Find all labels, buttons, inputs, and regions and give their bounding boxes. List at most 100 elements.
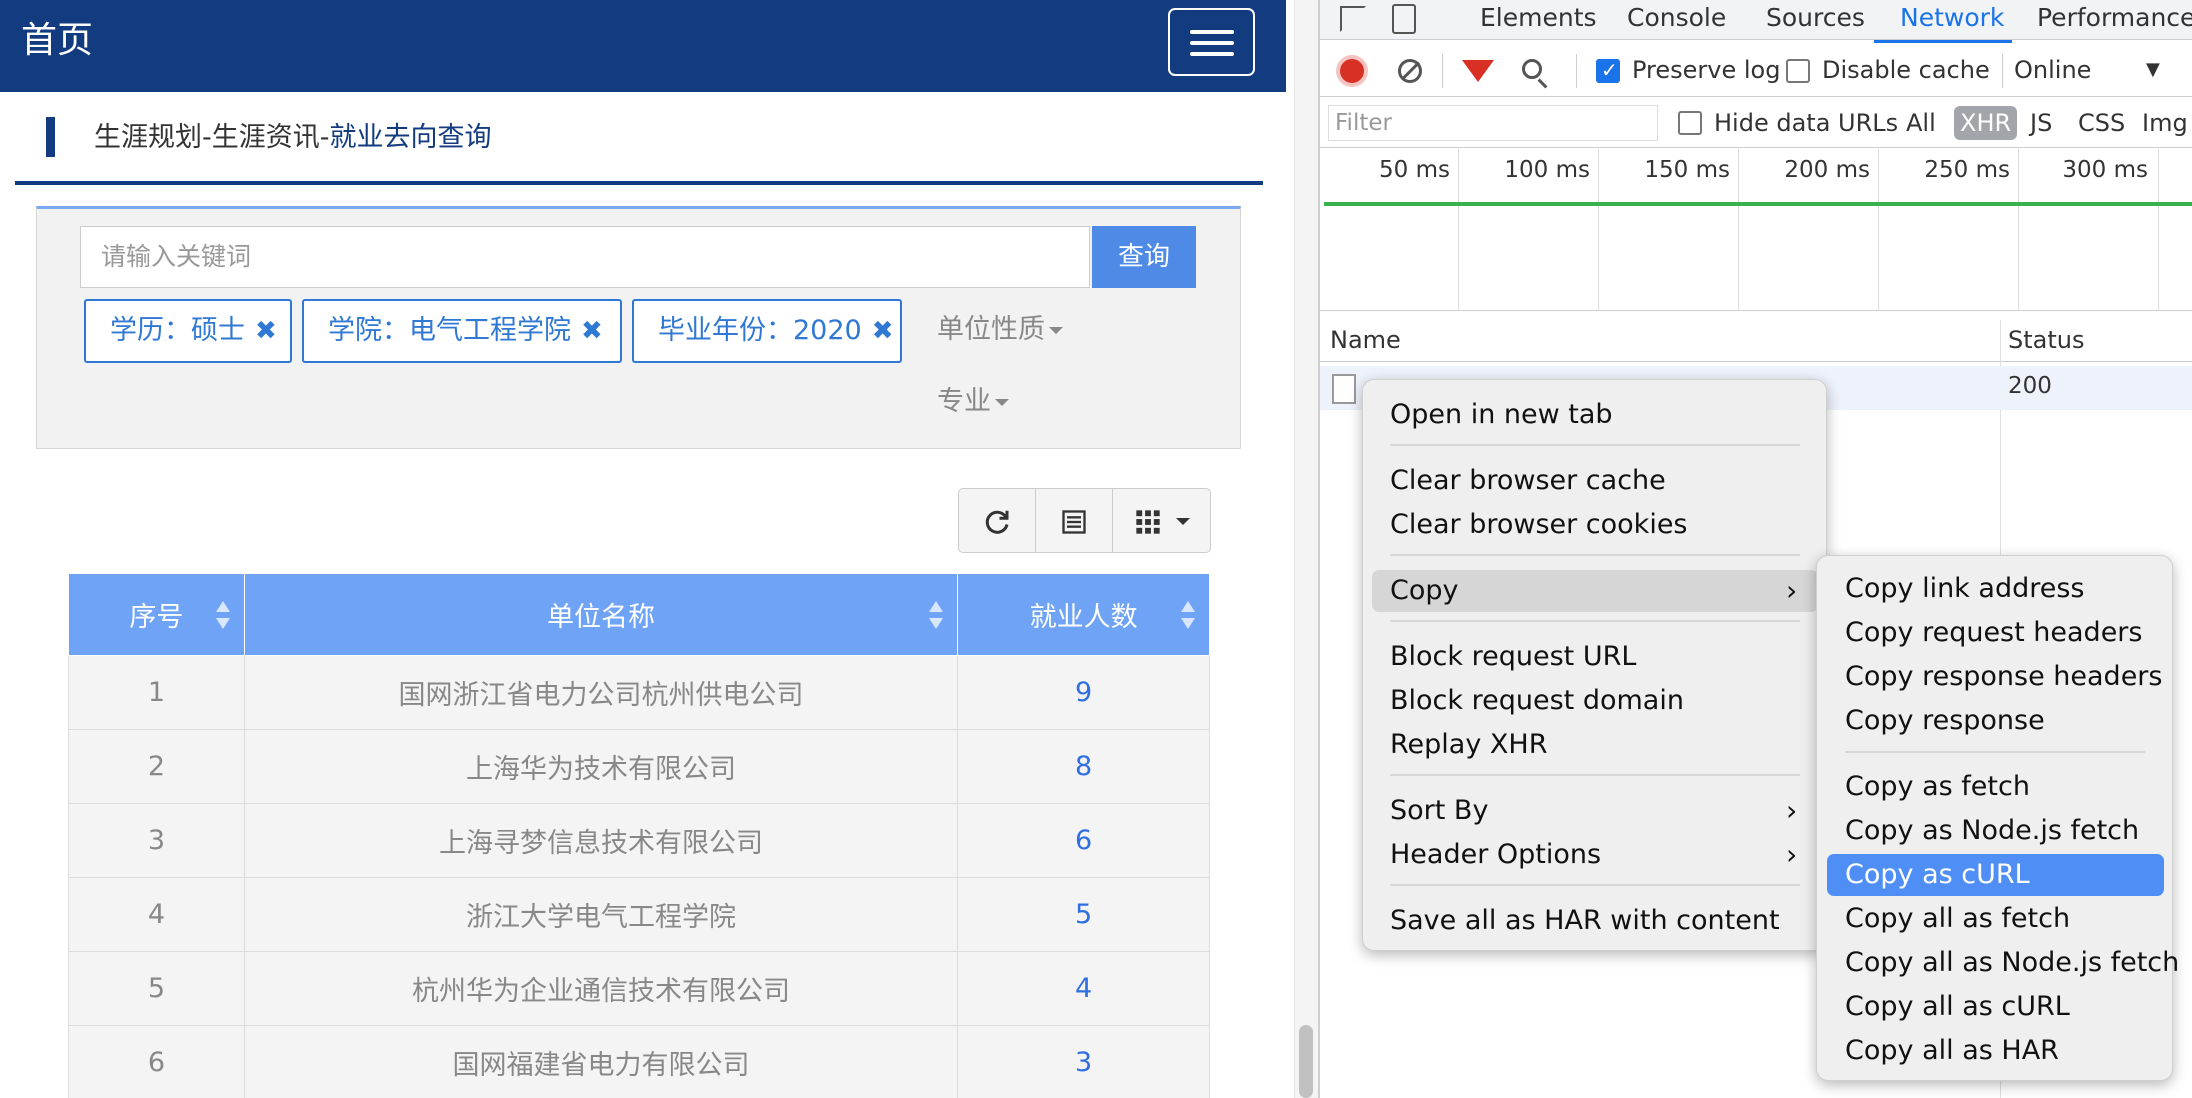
filter-type-img[interactable]: Img — [2142, 106, 2188, 140]
device-toolbar-icon[interactable] — [1392, 4, 1416, 34]
menu-item-copy-request-headers[interactable]: Copy request headers — [1845, 612, 2155, 654]
columns-button[interactable] — [1113, 489, 1210, 552]
network-filter-bar: Filter Hide data URLs All XHR JS CSS Img — [1320, 98, 2192, 148]
menu-item-label: Sort By — [1390, 795, 1489, 826]
filter-tag-degree[interactable]: 学历：硕士 ✖ — [84, 299, 292, 363]
preserve-log-checkbox[interactable] — [1596, 58, 1620, 83]
request-status: 200 — [2008, 373, 2052, 399]
menu-item-copy-response-headers[interactable]: Copy response headers — [1845, 656, 2162, 698]
hide-data-urls-checkbox[interactable] — [1678, 111, 1702, 135]
tab-network[interactable]: Network — [1900, 3, 2004, 33]
menu-item-copy-all-as-curl[interactable]: Copy all as cURL — [1845, 986, 2155, 1028]
dropdown-label: 单位性质 — [937, 314, 1045, 345]
hamburger-menu-button[interactable] — [1168, 8, 1255, 76]
filter-tag-year[interactable]: 毕业年份：2020 ✖ — [632, 299, 902, 363]
cell-count-link[interactable]: 8 — [957, 729, 1210, 804]
search-button[interactable]: 查询 — [1092, 226, 1196, 288]
column-header-count[interactable]: 就业人数 — [957, 573, 1210, 656]
toggle-view-button[interactable] — [1036, 489, 1113, 552]
menu-item-open-new-tab[interactable]: Open in new tab — [1390, 394, 1800, 436]
menu-item-header-options[interactable]: Header Options › — [1390, 834, 1800, 876]
column-name-header[interactable]: Name — [1330, 326, 1401, 354]
menu-item-copy-all-as-fetch[interactable]: Copy all as fetch — [1845, 898, 2155, 940]
disable-cache-checkbox[interactable] — [1786, 59, 1810, 83]
cell-count-link[interactable]: 3 — [957, 1025, 1210, 1098]
web-page: 首页 生涯规划-生涯资讯-就业去向查询 请输入关键词 查询 学历：硕士 ✖ 学院：… — [0, 0, 1286, 1098]
search-input[interactable]: 请输入关键词 — [80, 226, 1090, 288]
menu-item-copy-all-as-nodejs-fetch[interactable]: Copy all as Node.js fetch — [1845, 942, 2179, 984]
column-header-index[interactable]: 序号 — [68, 573, 245, 656]
cell-count-link[interactable]: 6 — [957, 803, 1210, 878]
timeline-label: 250 ms — [1924, 157, 2010, 183]
menu-item-sort-by[interactable]: Sort By › — [1390, 790, 1800, 832]
column-header-company[interactable]: 单位名称 — [243, 573, 959, 656]
filter-type-xhr[interactable]: XHR — [1954, 106, 2018, 140]
filter-tag-label: 学院：电气工程学院 — [328, 315, 571, 346]
close-icon[interactable]: ✖ — [872, 301, 894, 361]
cell-index: 1 — [68, 655, 245, 730]
menu-item-replay-xhr[interactable]: Replay XHR — [1390, 724, 1800, 766]
disable-cache-label[interactable]: Disable cache — [1822, 54, 1990, 86]
header-label: 序号 — [129, 602, 184, 633]
filter-tag-label: 毕业年份：2020 — [658, 315, 862, 346]
chevron-down-icon[interactable]: ▼ — [2146, 54, 2160, 86]
close-icon[interactable]: ✖ — [581, 301, 603, 361]
filter-type-js[interactable]: JS — [2030, 106, 2052, 140]
page-title[interactable]: 首页 — [21, 17, 93, 65]
cell-company: 国网福建省电力有限公司 — [243, 1025, 959, 1098]
major-dropdown[interactable]: 专业 — [937, 382, 1009, 422]
filter-type-css[interactable]: CSS — [2078, 106, 2125, 140]
record-icon[interactable] — [1340, 59, 1364, 83]
inspect-element-icon[interactable] — [1340, 6, 1366, 32]
cell-count-link[interactable]: 5 — [957, 877, 1210, 952]
tab-performance[interactable]: Performance — [2037, 3, 2192, 33]
close-icon[interactable]: ✖ — [255, 301, 277, 361]
scrollbar-thumb[interactable] — [1299, 1025, 1313, 1098]
network-timeline[interactable]: 50 ms 100 ms 150 ms 200 ms 250 ms 300 ms — [1320, 149, 2192, 311]
sort-icon[interactable] — [215, 601, 230, 629]
menu-item-save-har[interactable]: Save all as HAR with content — [1390, 900, 1800, 942]
top-navbar: 首页 — [0, 0, 1286, 92]
menu-item-clear-cookies[interactable]: Clear browser cookies — [1390, 504, 1800, 546]
table-row: 4 浙江大学电气工程学院 5 — [68, 877, 1210, 952]
breadcrumb-current[interactable]: 就业去向查询 — [330, 122, 492, 153]
cell-count-link[interactable]: 4 — [957, 951, 1210, 1026]
tab-console[interactable]: Console — [1627, 3, 1726, 33]
hide-data-urls-label[interactable]: Hide data URLs — [1714, 106, 1898, 140]
search-icon[interactable] — [1522, 59, 1542, 79]
cell-company: 国网浙江省电力公司杭州供电公司 — [243, 655, 959, 730]
sort-icon[interactable] — [929, 601, 944, 629]
menu-item-clear-cache[interactable]: Clear browser cache — [1390, 460, 1800, 502]
tab-sources[interactable]: Sources — [1766, 3, 1865, 33]
filter-icon[interactable] — [1462, 60, 1494, 82]
menu-item-block-domain[interactable]: Block request domain — [1390, 680, 1800, 722]
tab-elements[interactable]: Elements — [1480, 3, 1597, 33]
menu-item-copy-all-as-har[interactable]: Copy all as HAR — [1845, 1030, 2155, 1072]
page-scrollbar[interactable] — [1294, 0, 1318, 1098]
preserve-log-label[interactable]: Preserve log — [1632, 54, 1780, 86]
sort-icon[interactable] — [1181, 601, 1195, 629]
refresh-button[interactable] — [959, 489, 1036, 552]
chevron-right-icon: › — [1786, 838, 1798, 871]
filter-tag-college[interactable]: 学院：电气工程学院 ✖ — [302, 299, 622, 363]
menu-item-block-url[interactable]: Block request URL — [1390, 636, 1800, 678]
column-status-header[interactable]: Status — [2008, 326, 2084, 354]
dropdown-label: 专业 — [937, 386, 991, 417]
timeline-label: 300 ms — [2062, 157, 2148, 183]
menu-item-copy-as-curl[interactable]: Copy as cURL — [1827, 854, 2164, 896]
menu-item-copy-response[interactable]: Copy response — [1845, 700, 2155, 742]
filter-type-all[interactable]: All — [1906, 106, 1936, 140]
menu-separator — [1390, 620, 1800, 622]
menu-item-copy-as-fetch[interactable]: Copy as fetch — [1845, 766, 2155, 808]
menu-item-copy[interactable]: Copy › — [1372, 570, 1818, 612]
menu-item-copy-as-nodejs-fetch[interactable]: Copy as Node.js fetch — [1845, 810, 2155, 852]
clear-icon[interactable] — [1398, 59, 1422, 83]
unit-nature-dropdown[interactable]: 单位性质 — [937, 310, 1063, 350]
menu-separator — [1390, 554, 1800, 556]
cell-count-link[interactable]: 9 — [957, 655, 1210, 730]
cell-index: 5 — [68, 951, 245, 1026]
breadcrumb-path[interactable]: 生涯规划-生涯资讯- — [94, 122, 330, 153]
menu-item-copy-link[interactable]: Copy link address — [1845, 568, 2155, 610]
throttle-select[interactable]: Online — [2014, 54, 2091, 86]
filter-input[interactable]: Filter — [1328, 105, 1658, 141]
